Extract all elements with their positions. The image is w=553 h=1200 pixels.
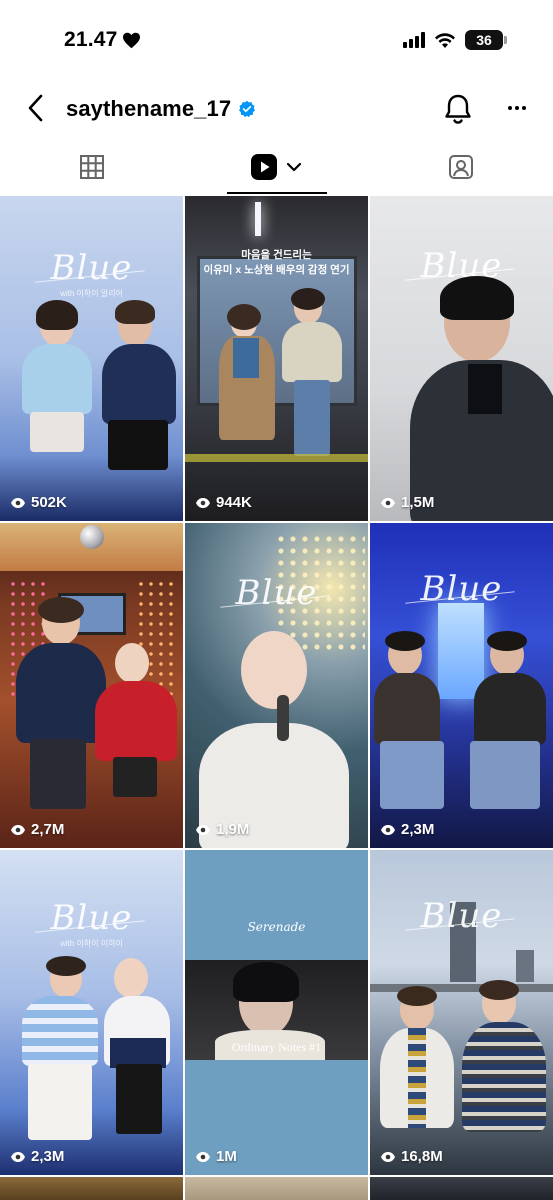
back-button[interactable]: [20, 92, 52, 124]
reel-logo: Blue: [420, 569, 503, 609]
view-count-text: 2,3M: [401, 821, 435, 838]
eye-icon: [381, 1151, 395, 1162]
tab-tagged[interactable]: [369, 140, 553, 194]
bell-icon: [445, 94, 471, 124]
disco-ball: [80, 525, 104, 549]
reel-tile[interactable]: Blue 16,8M: [370, 850, 553, 1175]
reel-caption: 마음을 건드리는: [241, 249, 312, 261]
reel-tile[interactable]: 마음을 건드리는 이유미 x 노상현 배우의 감정 연기 944K: [185, 196, 368, 521]
tagged-user-icon: [449, 155, 473, 179]
eye-icon: [381, 497, 395, 508]
username-wrap: saythename_17: [66, 96, 256, 122]
time-text: 21.47: [64, 28, 118, 51]
dot: [508, 106, 512, 110]
view-count: 16,8M: [380, 1148, 443, 1165]
view-count-text: 502K: [31, 494, 67, 511]
view-count: 1M: [195, 1148, 237, 1165]
reel-tile[interactable]: Serenade Ordinary Notes #1 1M: [185, 850, 368, 1175]
view-count: 502K: [10, 494, 67, 511]
status-time: 21.47: [64, 28, 141, 52]
status-icons: 36: [403, 30, 507, 50]
microphone: [277, 695, 289, 741]
cellular-signal-icon: [403, 32, 425, 48]
reel-tile-partial[interactable]: [370, 1177, 553, 1200]
eye-icon: [381, 824, 395, 835]
reel-title: Serenade: [247, 920, 306, 934]
view-count: 944K: [195, 494, 252, 511]
tab-posts-grid[interactable]: [0, 140, 184, 194]
reel-logo: Blue: [235, 573, 318, 613]
eye-icon: [196, 497, 210, 508]
reel-tile[interactable]: Blue 1,9M: [185, 523, 368, 848]
eye-icon: [11, 497, 25, 508]
reel-tile[interactable]: Blue 2,3M: [370, 523, 553, 848]
view-count-text: 2,7M: [31, 821, 65, 838]
bridge-rail: [370, 984, 553, 992]
chevron-left-icon: [28, 94, 43, 122]
view-count-text: 944K: [216, 494, 252, 511]
view-count: 1,5M: [380, 494, 434, 511]
view-count-text: 1M: [216, 1148, 237, 1165]
dot: [522, 106, 526, 110]
verified-badge-icon: [239, 100, 256, 118]
reel-logo: Blue: [50, 248, 133, 288]
reel-tile[interactable]: Blue with 이하이 알리어 502K: [0, 196, 183, 521]
reel-subtitle: with 이하이 이하이: [60, 939, 123, 948]
ceiling-light: [255, 202, 261, 236]
profile-username: saythename_17: [66, 96, 232, 121]
reel-tile-partial[interactable]: [0, 1177, 183, 1200]
view-count: 1,9M: [195, 821, 249, 838]
tab-reels[interactable]: [184, 140, 368, 194]
city-skyline: [516, 950, 534, 982]
dot: [515, 106, 519, 110]
view-count: 2,7M: [10, 821, 64, 838]
reel-tile[interactable]: Blue 1,5M: [370, 196, 553, 521]
eye-icon: [11, 1151, 25, 1162]
view-count-text: 2,3M: [31, 1148, 65, 1165]
reel-tile[interactable]: 2,7M: [0, 523, 183, 848]
grid-icon: [80, 155, 104, 179]
eye-icon: [196, 824, 210, 835]
reel-logo: Blue: [50, 898, 133, 938]
more-options-button[interactable]: [503, 94, 531, 122]
reel-logo: Blue: [420, 896, 503, 936]
view-count-text: 1,9M: [216, 821, 250, 838]
battery-indicator: 36: [465, 30, 507, 50]
status-bar: 21.47 36: [0, 0, 553, 82]
view-count: 2,3M: [380, 821, 434, 838]
chevron-down-icon: [286, 162, 302, 172]
reel-tile[interactable]: Blue with 이하이 이하이 2,3M: [0, 850, 183, 1175]
reels-icon: [251, 154, 277, 180]
wifi-icon: [435, 33, 455, 48]
eye-icon: [196, 1151, 210, 1162]
view-count-text: 1,5M: [401, 494, 435, 511]
view-count: 2,3M: [10, 1148, 64, 1165]
active-tab-indicator: [227, 192, 327, 194]
notifications-button[interactable]: [442, 92, 474, 126]
heart-icon: [122, 32, 140, 48]
profile-header: saythename_17: [0, 82, 553, 138]
reel-footer-title: Ordinary Notes #1: [231, 1040, 322, 1054]
curb-line: [185, 454, 368, 462]
reel-subtitle: with 이하이 알리어: [60, 289, 123, 298]
light-panel: [438, 603, 484, 699]
reel-tile-partial[interactable]: [185, 1177, 368, 1200]
view-count-text: 16,8M: [401, 1148, 443, 1165]
reel-caption: 이유미 x 노상현 배우의 감정 연기: [203, 264, 350, 276]
profile-tabs: [0, 140, 553, 194]
eye-icon: [11, 824, 25, 835]
